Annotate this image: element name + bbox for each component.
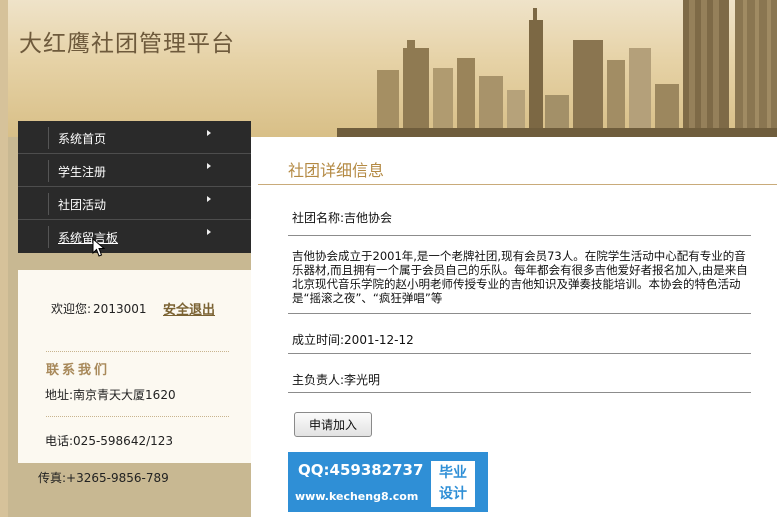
nav-divider — [48, 127, 49, 149]
chevron-right-icon — [207, 196, 211, 202]
divider — [46, 416, 229, 417]
welcome-label: 欢迎您: — [51, 302, 92, 316]
nav-item-label: 社团活动 — [58, 198, 107, 212]
divider — [288, 392, 751, 393]
contact-phone: 电话:025-598642/123 — [45, 434, 174, 448]
badge-line-1: 毕业 — [439, 465, 467, 481]
divider — [288, 313, 751, 314]
divider — [46, 351, 229, 352]
nav-divider — [48, 226, 49, 248]
badge-line-2: 设计 — [439, 486, 467, 502]
founded-date: 成立时间:2001-12-12 — [292, 333, 414, 347]
nav-divider — [48, 193, 49, 215]
title-underline — [258, 184, 777, 185]
chevron-right-icon — [207, 130, 211, 136]
city-skyline-image — [337, 0, 777, 137]
club-description: 吉他协会成立于2001年,是一个老牌社团,现有会员73人。在院学生活动中心配有专… — [292, 249, 748, 305]
left-edge-strip — [0, 0, 8, 517]
divider — [288, 235, 751, 236]
chevron-right-icon — [207, 229, 211, 235]
nav-item-student-register[interactable]: 学生注册 — [18, 154, 251, 187]
mouse-pointer-icon — [92, 238, 106, 257]
contact-fax: 传真:+3265-9856-789 — [38, 471, 169, 485]
nav-item-home[interactable]: 系统首页 — [18, 121, 251, 154]
contact-address: 地址:南京青天大厦1620 — [45, 388, 176, 402]
club-name: 社团名称:吉他协会 — [292, 211, 393, 225]
apply-join-button[interactable]: 申请加入 — [294, 412, 372, 437]
site-title: 大红鹰社团管理平台 — [19, 31, 235, 57]
contact-title: 联系我们 — [46, 363, 111, 378]
chevron-right-icon — [207, 163, 211, 169]
user-contact-panel: 欢迎您: 2013001 安全退出 联系我们 地址:南京青天大厦1620 电话:0… — [18, 270, 251, 463]
nav-item-label: 系统留言板 — [58, 231, 119, 245]
nav-item-label: 系统首页 — [58, 132, 107, 146]
nav-item-message-board[interactable]: 系统留言板 — [18, 220, 251, 253]
divider — [288, 353, 751, 354]
watermark-qq: QQ:459382737 — [298, 461, 424, 479]
nav-item-label: 学生注册 — [58, 165, 107, 179]
page-title: 社团详细信息 — [288, 161, 385, 180]
watermark-site: www.kecheng8.com — [295, 490, 419, 503]
welcome-text: 欢迎您: 2013001 — [51, 300, 147, 317]
club-leader: 主负责人:李光明 — [292, 373, 381, 387]
watermark-banner: QQ:459382737 www.kecheng8.com 毕业 设计 — [288, 452, 488, 512]
username: 2013001 — [93, 302, 147, 316]
logout-link[interactable]: 安全退出 — [163, 299, 215, 318]
nav-divider — [48, 160, 49, 182]
header-banner: 大红鹰社团管理平台 — [0, 0, 777, 137]
nav-item-club-activities[interactable]: 社团活动 — [18, 187, 251, 220]
watermark-badge: 毕业 设计 — [431, 461, 475, 507]
main-nav: 系统首页 学生注册 社团活动 系统留言板 — [18, 121, 251, 253]
